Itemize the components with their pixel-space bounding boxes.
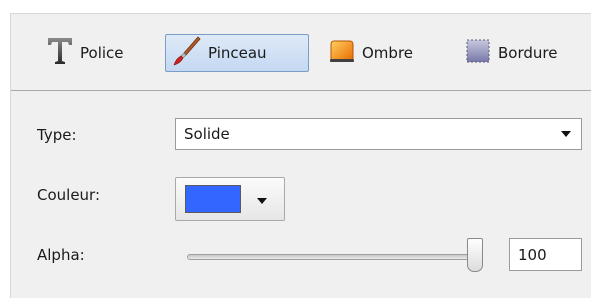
tab-ombre[interactable]: Ombre bbox=[321, 34, 453, 72]
tab-bordure-label: Bordure bbox=[498, 44, 558, 62]
border-icon bbox=[464, 37, 492, 69]
type-select-value: Solide bbox=[184, 125, 230, 143]
color-picker-button[interactable] bbox=[175, 177, 285, 221]
shadow-icon bbox=[328, 37, 356, 69]
text-t-icon bbox=[46, 36, 74, 70]
alpha-slider-track[interactable] bbox=[187, 254, 483, 260]
chevron-down-icon bbox=[257, 198, 267, 204]
tab-police-label: Police bbox=[80, 44, 124, 62]
alpha-input-value: 100 bbox=[518, 245, 547, 264]
toolbar-divider bbox=[11, 90, 591, 91]
tab-bordure[interactable]: Bordure bbox=[457, 34, 591, 72]
color-swatch bbox=[185, 185, 241, 213]
brush-settings-panel: Police Pinceau Ombre Bordure Type: Solid… bbox=[10, 13, 591, 298]
tab-pinceau-label: Pinceau bbox=[208, 44, 267, 62]
tab-ombre-label: Ombre bbox=[362, 44, 414, 62]
couleur-label: Couleur: bbox=[37, 186, 101, 204]
paintbrush-icon bbox=[172, 35, 202, 71]
tab-police[interactable]: Police bbox=[39, 34, 161, 72]
alpha-input[interactable]: 100 bbox=[509, 238, 582, 271]
toolbar: Police Pinceau Ombre Bordure bbox=[11, 14, 591, 89]
chevron-down-icon bbox=[561, 131, 571, 137]
type-select[interactable]: Solide bbox=[175, 118, 582, 150]
tab-pinceau[interactable]: Pinceau bbox=[165, 34, 309, 72]
alpha-slider-thumb[interactable] bbox=[467, 238, 483, 272]
type-label: Type: bbox=[37, 126, 77, 144]
alpha-label: Alpha: bbox=[37, 246, 85, 264]
